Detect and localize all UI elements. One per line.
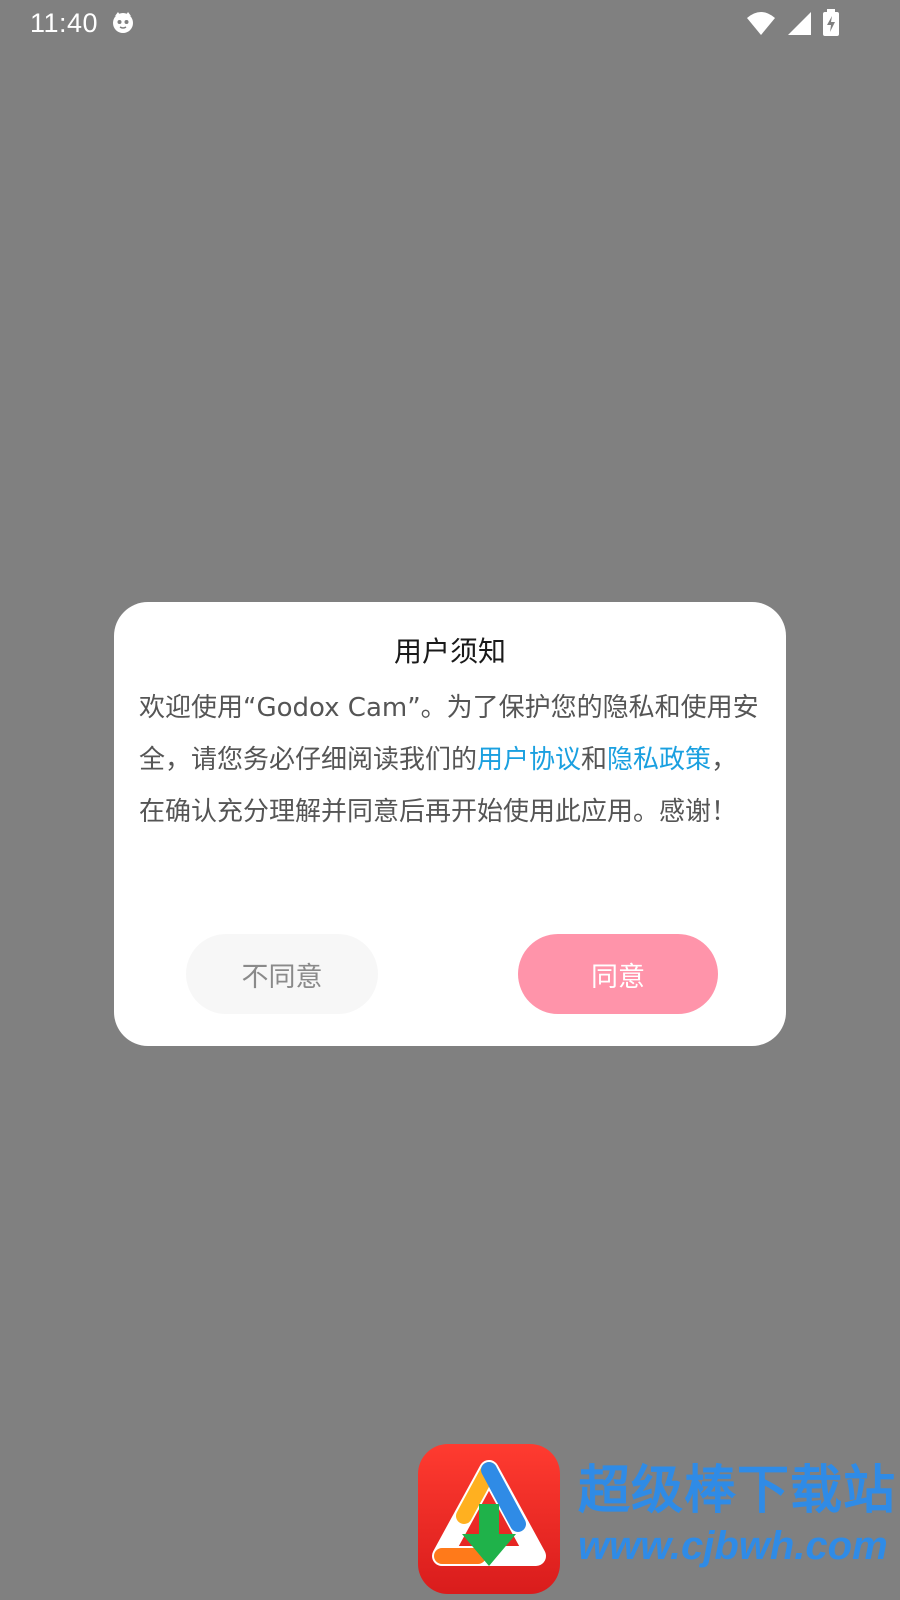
app-notification-icon: [113, 12, 133, 33]
watermark-url: www.cjbwh.com: [578, 1524, 888, 1568]
agree-button[interactable]: 同意: [518, 934, 718, 1014]
watermark-title: 超级棒下载站: [578, 1461, 897, 1521]
status-indicators: [746, 9, 840, 37]
wifi-icon: [747, 12, 775, 35]
user-notice-dialog: 用户须知 欢迎使用“Godox Cam”。为了保护您的隐私和使用安全，请您务必仔…: [114, 602, 786, 1046]
dialog-body: 欢迎使用“Godox Cam”。为了保护您的隐私和使用安全，请您务必仔细阅读我们…: [139, 682, 759, 838]
status-bar: 11:40: [0, 0, 900, 46]
status-time: 11:40: [30, 8, 99, 38]
dialog-title: 用户须知: [393, 635, 506, 668]
user-agreement-link[interactable]: 用户协议: [477, 745, 581, 775]
body-text-and: 和: [581, 745, 608, 775]
download-site-logo-icon: [418, 1444, 560, 1594]
disagree-button[interactable]: 不同意: [186, 934, 378, 1014]
cell-signal-icon: [788, 12, 811, 35]
site-watermark: 超级棒下载站 www.cjbwh.com: [418, 1444, 900, 1600]
privacy-policy-link[interactable]: 隐私政策: [607, 745, 711, 775]
battery-charging-icon: [823, 9, 839, 36]
